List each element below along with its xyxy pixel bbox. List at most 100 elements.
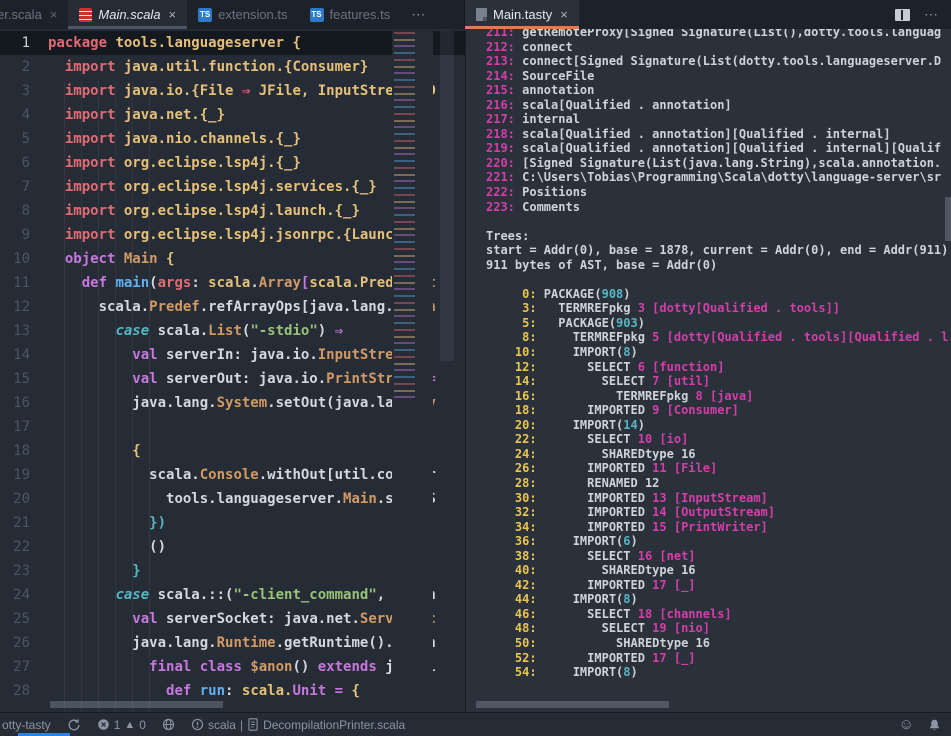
problems-item[interactable]: 1 ▲ 0 [97,718,146,732]
code-token: [Signed Signature(List(java.lang.String)… [515,156,941,170]
document-icon [247,718,259,731]
tasty-line[interactable]: 14: SELECT 7 [util] [486,374,945,389]
tasty-line[interactable]: 30: IMPORTED 13 [InputStream] [486,491,945,506]
tasty-line[interactable]: 28: RENAMED 12 [486,476,945,491]
horizontal-scrollbar-thumb[interactable] [50,701,223,708]
tasty-line[interactable]: 213: connect[Signed Signature(List(dotty… [486,54,945,69]
live-share-button[interactable] [162,718,175,731]
tasty-line[interactable]: 26: IMPORTED 11 [File] [486,461,945,476]
tab-overflow-button[interactable]: ⋯ [401,0,436,29]
tasty-line[interactable]: 218: scala[Qualified . annotation][Quali… [486,127,945,142]
close-icon[interactable]: × [50,7,58,22]
typescript-file-icon: TS [310,8,324,22]
tasty-line[interactable]: 12: SELECT 6 [function] [486,360,945,375]
minimap[interactable] [392,30,433,712]
line-number: 25 [0,607,30,631]
code-token: [PrintWriter] [674,520,768,534]
tasty-line[interactable]: 50: SHAREDtype 16 [486,636,945,651]
horizontal-scrollbar-thumb[interactable] [476,701,669,708]
tasty-line[interactable]: 24: SHAREDtype 16 [486,447,945,462]
tab-er-scala[interactable]: er.scala × [0,0,68,29]
code-token: 8 [623,345,630,359]
code-token: 908 [602,287,624,301]
notifications-bell-button[interactable] [928,718,941,732]
tasty-line[interactable]: 38: SELECT 16 [net] [486,549,945,564]
code-token: 16: [486,389,544,403]
tasty-line[interactable] [486,214,945,229]
tasty-line[interactable]: 5: PACKAGE(903) [486,316,945,331]
code-token: Unit [292,683,326,699]
more-actions-icon[interactable]: ⋯ [924,6,939,23]
tasty-line[interactable]: 18: IMPORTED 9 [Consumer] [486,403,945,418]
tasty-line[interactable]: 48: SELECT 19 [nio] [486,621,945,636]
line-content: } [30,559,141,583]
split-editor-icon[interactable] [895,9,910,21]
language-mode-item[interactable]: scala | DecompilationPrinter.scala [191,718,405,732]
tasty-line[interactable]: 44: IMPORT(8) [486,592,945,607]
editor-pane-main-scala[interactable]: 1package tools.languageserver {2 import … [0,29,465,712]
tasty-line[interactable]: 54: IMPORT(8) [486,665,945,680]
tasty-line[interactable]: 222: Positions [486,185,945,200]
tab-main-scala[interactable]: Main.scala × [68,0,187,29]
tasty-line[interactable]: 22: SELECT 10 [io] [486,432,945,447]
line-number: 17 [0,415,30,439]
tasty-line[interactable]: 215: annotation [486,83,945,98]
tasty-line[interactable]: 42: IMPORTED 17 [_] [486,578,945,593]
code-token: C:\Users\Tobias\Programming\Scala\dotty\… [515,170,941,184]
tab-group-right: Main.tasty × ⋯ [465,0,951,29]
code-token: [channels] [659,607,731,621]
tasty-line[interactable]: 221: C:\Users\Tobias\Programming\Scala\d… [486,170,945,185]
code-token: : [233,347,250,363]
tasty-line[interactable]: 217: internal [486,112,945,127]
tasty-line[interactable]: 0: PACKAGE(908) [486,287,945,302]
git-branch-item[interactable]: otty-tasty [2,718,51,732]
sync-icon [67,718,81,732]
tab-features-ts[interactable]: TS features.ts [299,0,402,29]
tasty-line[interactable]: 20: IMPORT(14) [486,418,945,433]
code-token: : [267,611,284,627]
vertical-scrollbar-thumb[interactable] [440,31,454,361]
vertical-scrollbar-thumb[interactable] [945,197,951,241]
close-icon[interactable]: × [169,7,177,22]
code-token: 14 [652,505,674,519]
tasty-line[interactable]: 211: getRemoteProxy[Signed Signature(Lis… [486,29,945,40]
code-token: 911 bytes of AST, base = Addr(0) [486,258,717,272]
tasty-line[interactable]: 16: TERMREFpkg 8 [java] [486,389,945,404]
tasty-line[interactable]: 216: scala[Qualified . annotation] [486,98,945,113]
line-content: scala.Predef.refArrayOps[java.lang.Strin [30,295,436,319]
code-token: 10 [638,432,660,446]
code-token: 10: [486,345,544,359]
tasty-line[interactable]: 52: IMPORTED 17 [_] [486,651,945,666]
tasty-line[interactable] [486,272,945,287]
tasty-line[interactable]: 8: TERMREFpkg 5 [dotty[Qualified . tools… [486,330,945,345]
tasty-line[interactable]: 214: SourceFile [486,69,945,84]
close-icon[interactable]: × [560,7,568,22]
tasty-line[interactable]: 3: TERMREFpkg 3 [dotty[Qualified . tools… [486,301,945,316]
separator: | [240,718,243,732]
tasty-line[interactable]: 220: [Signed Signature(List(java.lang.St… [486,156,945,171]
tasty-line[interactable]: 911 bytes of AST, base = Addr(0) [486,258,945,273]
sync-button[interactable] [67,718,81,732]
line-content: def main(args: scala.Array[scala.Predef.… [30,271,436,295]
tab-extension-ts[interactable]: TS extension.ts [187,0,298,29]
tasty-line[interactable]: 32: IMPORTED 14 [OutputStream] [486,505,945,520]
line-number: 2 [0,55,30,79]
line-number: 20 [0,487,30,511]
tasty-line[interactable]: Trees: [486,229,945,244]
tasty-line[interactable]: 36: IMPORT(6) [486,534,945,549]
tasty-line[interactable]: 219: scala[Qualified . annotation][Quali… [486,141,945,156]
editor-pane-main-tasty[interactable]: 211: getRemoteProxy[Signed Signature(Lis… [465,29,951,712]
tasty-line[interactable]: start = Addr(0), base = 1878, current = … [486,243,945,258]
tasty-line[interactable]: 212: connect [486,40,945,55]
tasty-line[interactable]: 223: Comments [486,200,945,215]
tasty-line[interactable]: 46: SELECT 18 [channels] [486,607,945,622]
tasty-line[interactable]: 10: IMPORT(8) [486,345,945,360]
feedback-smiley-button[interactable]: ☺ [899,716,914,733]
line-content: import org.eclipse.lsp4j.launch.{_} [30,199,360,223]
indent-guide [81,81,82,712]
tasty-line[interactable]: 40: SHAREDtype 16 [486,563,945,578]
tasty-line[interactable]: 34: IMPORTED 15 [PrintWriter] [486,520,945,535]
tab-main-tasty[interactable]: Main.tasty × [465,0,579,29]
code-token: "-stdio" [250,323,317,339]
line-number: 11 [0,271,30,295]
